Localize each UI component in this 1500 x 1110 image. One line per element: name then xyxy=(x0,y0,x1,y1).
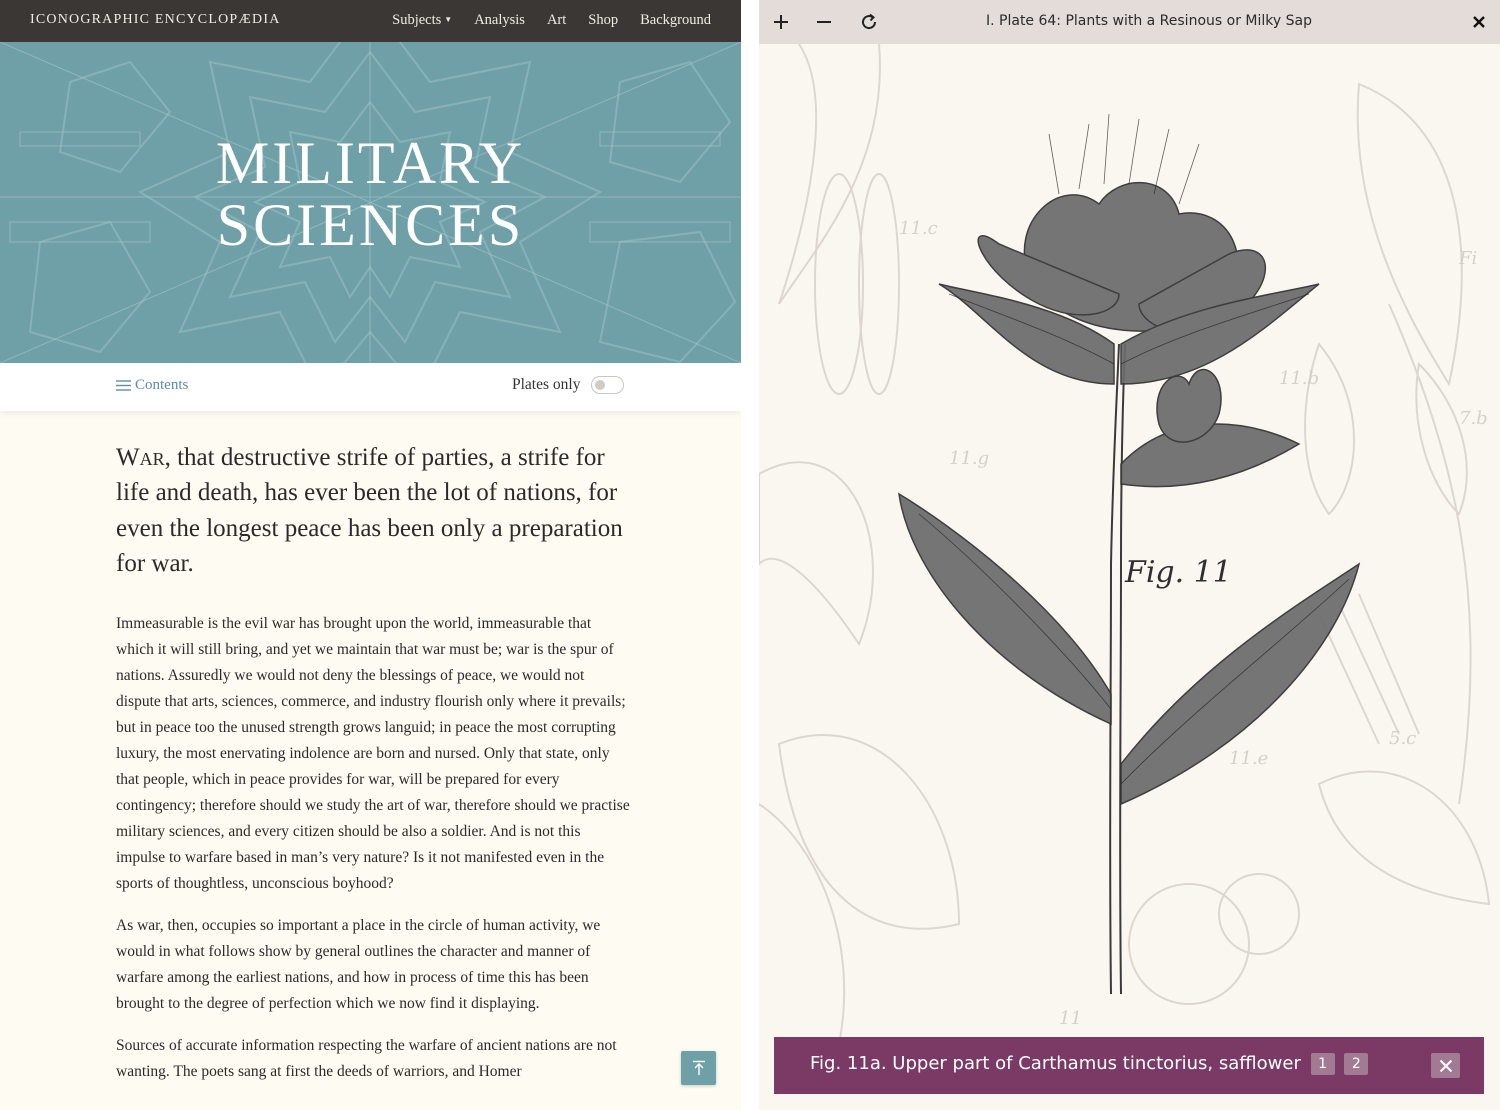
back-to-top-button[interactable] xyxy=(681,1051,716,1085)
svg-text:11.b: 11.b xyxy=(1279,368,1319,389)
close-viewer-button[interactable] xyxy=(1466,9,1492,35)
lead-rest: , that destructive strife of parties, a … xyxy=(116,444,623,577)
caret-down-icon: ▼ xyxy=(444,15,453,24)
svg-text:11: 11 xyxy=(1059,1008,1082,1029)
caption: Fig. 11a. Upper part of Carthamus tincto… xyxy=(810,1053,1369,1075)
close-icon xyxy=(1439,1059,1452,1072)
nav-link-subjects-label: Subjects xyxy=(392,12,442,28)
contents-button[interactable]: Contents xyxy=(116,377,188,394)
svg-text:7.b: 7.b xyxy=(1459,408,1488,429)
botanical-plate-illustration: 11.c 11.g 11.b Fi 7.b 5.c 11.e 11 Fig. 1… xyxy=(759,43,1491,1045)
nav-links: Subjects ▼ Analysis Art Shop Background xyxy=(392,12,711,29)
hamburger-icon xyxy=(116,380,131,391)
nav-link-subjects[interactable]: Subjects ▼ xyxy=(392,12,452,29)
svg-text:Fi: Fi xyxy=(1458,248,1477,269)
viewer-toolbar: I. Plate 64: Plants with a Resinous or M… xyxy=(759,0,1500,44)
caption-page-2[interactable]: 2 xyxy=(1344,1053,1369,1075)
hero-title-line-1: MILITARY xyxy=(215,130,526,196)
site-brand[interactable]: ICONOGRAPHIC ENCYCLOPÆDIA xyxy=(30,12,281,28)
hero-banner: MILITARY SCIENCES xyxy=(0,42,741,363)
svg-text:5.c: 5.c xyxy=(1389,728,1416,749)
reload-icon xyxy=(862,13,877,30)
toggle-knob xyxy=(595,380,605,390)
paragraph-2: As war, then, occupies so important a pl… xyxy=(116,917,601,1013)
lead-paragraph: War, that destructive strife of parties,… xyxy=(116,440,631,581)
nav-link-analysis[interactable]: Analysis xyxy=(474,12,525,29)
svg-text:11.c: 11.c xyxy=(899,218,938,239)
pane-divider xyxy=(741,0,759,1110)
close-icon xyxy=(1473,16,1485,28)
caption-text: Fig. 11a. Upper part of Carthamus tincto… xyxy=(810,1053,1301,1074)
caption-bar: Fig. 11a. Upper part of Carthamus tincto… xyxy=(774,1037,1484,1094)
paragraph-3: Sources of accurate information respecti… xyxy=(116,1037,617,1081)
plates-only-toggle[interactable] xyxy=(591,376,624,394)
article-toolbar: Contents Plates only xyxy=(0,363,741,411)
nav-link-shop[interactable]: Shop xyxy=(588,12,618,29)
contents-label: Contents xyxy=(135,377,189,393)
svg-text:11.g: 11.g xyxy=(949,448,989,469)
reset-zoom-button[interactable] xyxy=(856,9,882,35)
nav-link-background[interactable]: Background xyxy=(640,12,711,29)
article-body: War, that destructive strife of parties,… xyxy=(116,440,631,1101)
article-pane: ICONOGRAPHIC ENCYCLOPÆDIA Subjects ▼ Anal… xyxy=(0,0,741,1110)
zoom-in-button[interactable] xyxy=(768,9,794,35)
close-caption-button[interactable] xyxy=(1431,1053,1460,1078)
lead-first-word: War xyxy=(116,444,165,471)
nav-link-art[interactable]: Art xyxy=(547,12,566,29)
hero-title: MILITARY SCIENCES xyxy=(0,132,741,256)
hero-title-line-2: SCIENCES xyxy=(216,192,525,258)
plate-title: I. Plate 64: Plants with a Resinous or M… xyxy=(986,13,1312,29)
svg-text:11.e: 11.e xyxy=(1229,748,1268,769)
plus-icon xyxy=(774,15,788,29)
top-navigation: ICONOGRAPHIC ENCYCLOPÆDIA Subjects ▼ Anal… xyxy=(0,0,741,42)
zoom-out-button[interactable] xyxy=(811,9,837,35)
back-to-top-icon xyxy=(692,1060,705,1075)
paragraph-1: Immeasurable is the evil war has brought… xyxy=(116,615,630,893)
plates-only-label: Plates only xyxy=(512,376,581,393)
caption-page-1[interactable]: 1 xyxy=(1310,1053,1335,1075)
minus-icon xyxy=(817,21,831,23)
figure-label: Fig. 11 xyxy=(1124,555,1232,590)
plate-image[interactable]: 11.c 11.g 11.b Fi 7.b 5.c 11.e 11 Fig. 1… xyxy=(759,43,1500,1110)
plate-viewer: I. Plate 64: Plants with a Resinous or M… xyxy=(759,0,1500,1110)
